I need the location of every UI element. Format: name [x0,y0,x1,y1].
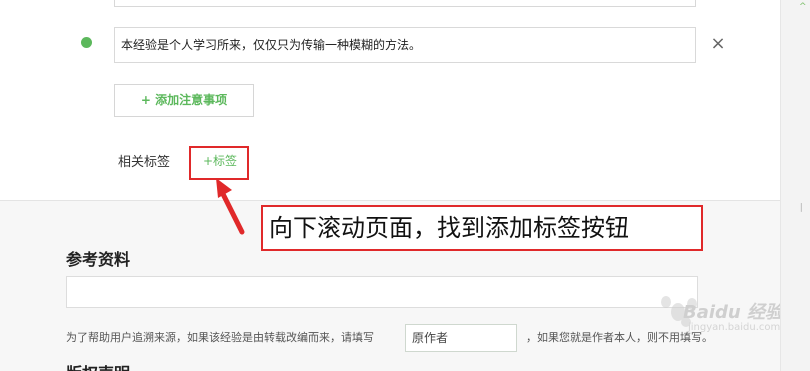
remove-note-icon[interactable]: × [708,34,728,54]
add-note-button[interactable]: + 添加注意事项 [114,84,254,117]
red-arrow-icon [216,178,245,235]
previous-note-input[interactable] [114,0,696,7]
editor-card: 本经验是个人学习所来，仅仅只为传输一种模糊的方法。 × + 添加注意事项 相关标… [0,0,780,200]
right-side-panel: ^ ∣ [780,0,810,371]
author-field[interactable]: 原作者 [405,324,517,352]
reference-title: 参考资料 [66,250,131,269]
reference-input[interactable] [66,276,698,308]
note-input[interactable]: 本经验是个人学习所来，仅仅只为传输一种模糊的方法。 [114,27,696,63]
add-tag-button[interactable]: +标签 [203,152,237,169]
note-bullet-icon [81,37,92,48]
instruction-callout: 向下滚动页面，找到添加标签按钮 [261,205,703,251]
side-marker-icon: ^ [799,2,807,12]
watermark-brand: Baidu 经验 [683,302,784,323]
tags-label: 相关标签 [118,155,171,170]
reference-hint: 为了帮助用户追溯来源，如果该经验是由转载改编而来，请填写 [66,331,374,344]
copyright-title: 版权声明 [66,360,130,371]
watermark-url: jingyan.baidu.com [688,322,781,333]
side-marker-2-icon: ∣ [799,203,804,213]
